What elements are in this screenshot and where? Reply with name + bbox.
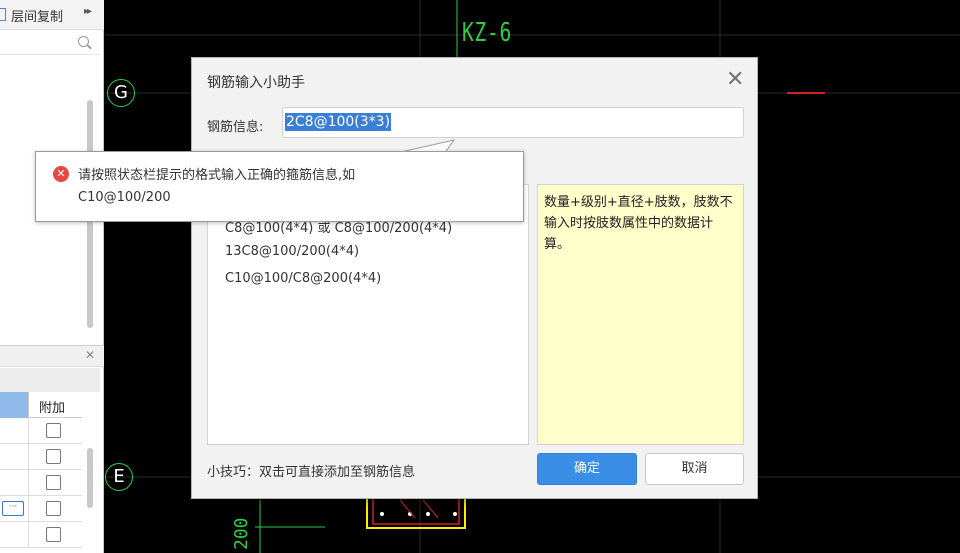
checkbox[interactable] [46,527,61,542]
checkbox[interactable] [46,423,61,438]
table-row [0,444,82,470]
rebar-info-value[interactable]: 2C8@100(3*3) [285,113,392,131]
error-message-line2: C10@100/200 [78,190,171,205]
close-icon[interactable]: ✕ [85,348,95,362]
rebar-info-input[interactable]: 2C8@100(3*3) [282,107,744,138]
search-input[interactable] [0,31,100,55]
table-row: ··· [0,496,82,522]
checkbox[interactable] [46,501,61,516]
table-row [0,522,82,548]
axis-bubble-g: G [107,79,135,107]
left-panel: 层间复制 ▸▸ ✕ 附加 ··· [0,0,104,553]
example-list: C8@100(4*4) 或 C8@100/200(4*4) 13C8@100/2… [207,184,529,445]
rebar-input-dialog: 钢筋输入小助手 ✕ 钢筋信息: 2C8@100(3*3) C8@100(4*4)… [191,57,758,499]
search-icon[interactable] [78,36,89,47]
selected-column-header[interactable] [0,392,28,418]
column-header-extra: 附加 [28,392,82,417]
scrollbar[interactable] [87,448,93,508]
close-icon[interactable]: ✕ [726,69,744,91]
panel-header: ✕ [0,345,104,367]
cancel-button[interactable]: 取消 [645,453,744,485]
column-label: KZ-6 [462,18,512,48]
dimension-text: 200 [231,517,252,550]
double-chevron-right-icon[interactable]: ▸▸ [84,6,92,17]
rebar-info-label: 钢筋信息: [207,120,264,135]
panel-band [0,368,100,392]
property-table: 附加 ··· [0,392,82,548]
table-row [0,418,82,444]
format-description: 数量+级别+直径+肢数，肢数不输入时按肢数属性中的数据计算。 [537,184,744,445]
ok-button[interactable]: 确定 [537,453,637,485]
error-message-line1: 请按照状态栏提示的格式输入正确的箍筋信息,如 [78,168,356,183]
more-icon[interactable]: ··· [2,501,24,516]
list-item[interactable]: C10@100/C8@200(4*4) [225,271,381,286]
left-panel-toolbar: 层间复制 ▸▸ [0,0,104,30]
error-icon: ✕ [53,166,69,182]
table-row [0,470,82,496]
axis-bubble-e: E [105,463,133,491]
error-tooltip: ✕ 请按照状态栏提示的格式输入正确的箍筋信息,如 C10@100/200 [35,151,524,222]
table-header: 附加 [0,392,82,418]
checkbox[interactable] [46,449,61,464]
list-item[interactable]: 13C8@100/200(4*4) [225,244,359,259]
dialog-title: 钢筋输入小助手 [207,75,305,91]
floor-copy-button[interactable]: 层间复制 [11,6,63,25]
checkbox[interactable] [46,475,61,490]
floor-copy-icon[interactable] [0,8,6,21]
tip-text: 小技巧：双击可直接添加至钢筋信息 [207,465,416,480]
